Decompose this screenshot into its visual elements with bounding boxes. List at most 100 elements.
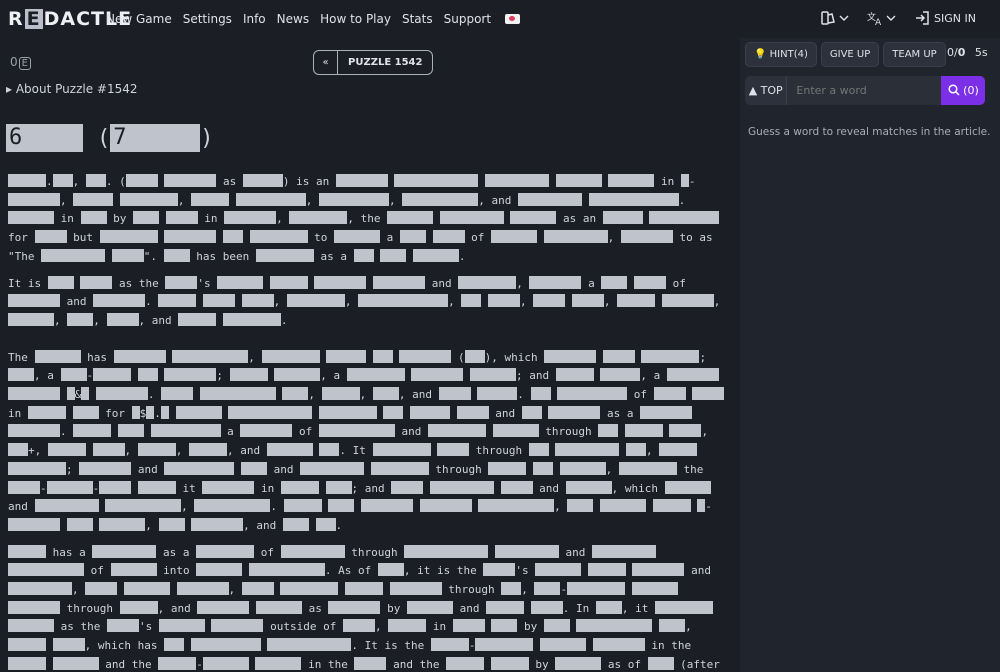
redacted-word[interactable] <box>164 461 235 475</box>
redacted-word[interactable] <box>669 424 702 438</box>
redacted-word[interactable] <box>106 619 139 633</box>
redacted-word[interactable] <box>80 211 107 225</box>
redacted-word[interactable] <box>633 275 666 289</box>
redacted-word[interactable] <box>446 656 485 670</box>
redacted-word[interactable] <box>372 443 431 457</box>
redacted-word[interactable] <box>66 517 93 531</box>
redacted-word[interactable] <box>491 619 518 633</box>
puzzle-label[interactable]: PUZZLE 1542 <box>338 51 432 74</box>
redacted-word[interactable] <box>559 461 606 475</box>
redacted-word[interactable] <box>439 211 504 225</box>
redacted-word[interactable] <box>158 517 185 531</box>
redacted-word[interactable] <box>196 544 255 558</box>
give-up-button[interactable]: GIVE UP <box>820 42 880 67</box>
redacted-word[interactable] <box>161 387 194 401</box>
redacted-word[interactable] <box>464 349 485 363</box>
redacted-word[interactable] <box>488 294 520 308</box>
redacted-word[interactable] <box>600 499 646 513</box>
redacted-word[interactable] <box>383 405 404 419</box>
redacted-word[interactable] <box>283 499 322 513</box>
redacted-word[interactable] <box>632 563 685 577</box>
redacted-word[interactable] <box>528 443 549 457</box>
redacted-word[interactable] <box>249 230 308 244</box>
redacted-word[interactable] <box>661 294 714 308</box>
redacted-word[interactable] <box>81 387 90 401</box>
redacted-word[interactable] <box>358 294 449 308</box>
redacted-word[interactable] <box>399 349 452 363</box>
redacted-word[interactable] <box>194 499 271 513</box>
redacted-word[interactable] <box>555 174 602 187</box>
redacted-word[interactable] <box>137 368 158 382</box>
redacted-word[interactable] <box>241 294 274 308</box>
redacted-word[interactable] <box>325 480 352 494</box>
redacted-word[interactable] <box>591 544 656 558</box>
redacted-word[interactable] <box>571 294 604 308</box>
redacted-word[interactable] <box>269 275 308 289</box>
redacted-word[interactable] <box>530 387 551 401</box>
redacted-word[interactable] <box>588 192 679 206</box>
redacted-word[interactable] <box>106 312 139 326</box>
redacted-word[interactable] <box>202 656 249 670</box>
redacted-word[interactable] <box>680 174 689 187</box>
redacted-word[interactable] <box>158 619 205 633</box>
redacted-word[interactable] <box>229 368 268 382</box>
redacted-word[interactable] <box>486 600 525 614</box>
redacted-word[interactable] <box>625 443 646 457</box>
theme-selector[interactable] <box>820 10 849 26</box>
redacted-word[interactable] <box>452 619 485 633</box>
redacted-word[interactable] <box>380 248 407 262</box>
redacted-word[interactable] <box>125 174 158 187</box>
redacted-word[interactable] <box>388 619 427 633</box>
redacted-word[interactable] <box>8 211 54 225</box>
redacted-word[interactable] <box>372 387 399 401</box>
redacted-word[interactable] <box>391 480 424 494</box>
redacted-word[interactable] <box>659 619 686 633</box>
redacted-word[interactable] <box>664 480 711 494</box>
redacted-word[interactable] <box>191 517 244 531</box>
redacted-word[interactable] <box>8 619 54 633</box>
redacted-word[interactable] <box>501 582 522 596</box>
redacted-word[interactable] <box>222 312 281 326</box>
redacted-word[interactable] <box>289 211 348 225</box>
redacted-word[interactable] <box>530 600 563 614</box>
redacted-word[interactable] <box>555 443 620 457</box>
redacted-word[interactable] <box>491 230 537 244</box>
redacted-word[interactable] <box>93 368 132 382</box>
nav-info[interactable]: Info <box>243 12 266 26</box>
redacted-word[interactable] <box>485 174 550 187</box>
redacted-word[interactable] <box>300 461 365 475</box>
redacted-word[interactable] <box>335 174 388 187</box>
redacted-word[interactable] <box>326 349 367 363</box>
redacted-word[interactable] <box>697 499 706 513</box>
nav-support[interactable]: Support <box>444 12 531 26</box>
redacted-word[interactable] <box>500 480 533 494</box>
redacted-word[interactable] <box>27 405 66 419</box>
redacted-word[interactable] <box>601 275 628 289</box>
redacted-word[interactable] <box>565 480 612 494</box>
redacted-word[interactable] <box>41 248 106 262</box>
about-puzzle-toggle[interactable]: ▸ About Puzzle #1542 <box>6 82 138 96</box>
redacted-word[interactable] <box>652 499 691 513</box>
redacted-word[interactable] <box>458 275 517 289</box>
redacted-word[interactable] <box>521 405 542 419</box>
redacted-word[interactable] <box>624 424 663 438</box>
redacted-word[interactable] <box>321 387 360 401</box>
redacted-word[interactable] <box>47 443 86 457</box>
redacted-word[interactable] <box>389 582 442 596</box>
redacted-word[interactable] <box>197 600 250 614</box>
redacted-word[interactable] <box>178 312 217 326</box>
redacted-word[interactable] <box>261 349 320 363</box>
redacted-word[interactable] <box>280 582 339 596</box>
redacted-word[interactable] <box>117 424 144 438</box>
redacted-word[interactable] <box>540 638 587 652</box>
redacted-word[interactable] <box>535 563 582 577</box>
guess-input[interactable] <box>787 76 942 105</box>
redacted-word[interactable] <box>631 582 678 596</box>
redacted-word[interactable] <box>557 387 628 401</box>
redacted-word[interactable] <box>328 600 381 614</box>
redacted-word[interactable] <box>203 294 235 308</box>
redacted-word[interactable] <box>692 387 725 401</box>
redacted-word[interactable] <box>66 387 75 401</box>
redacted-word[interactable] <box>518 192 582 206</box>
redacted-word[interactable] <box>165 275 198 289</box>
